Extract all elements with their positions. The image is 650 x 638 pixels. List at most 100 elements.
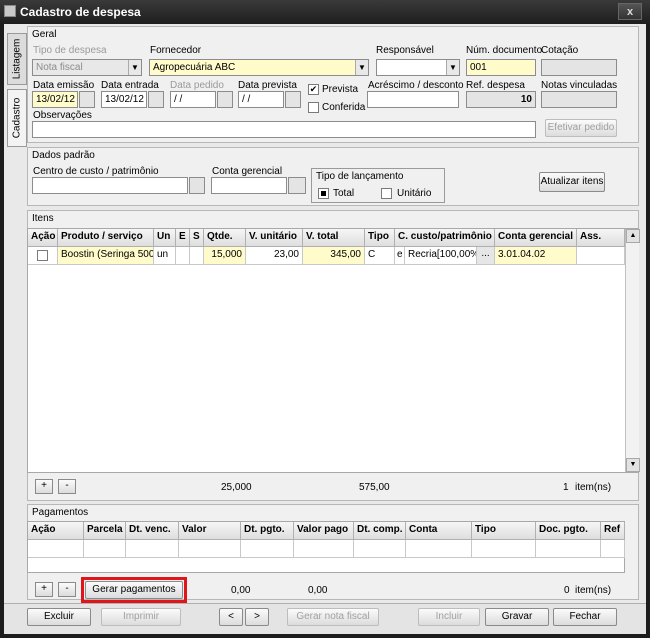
- col-pag-conta[interactable]: Conta: [406, 522, 472, 540]
- observacoes-field[interactable]: [32, 121, 536, 138]
- itens-remove-button[interactable]: -: [58, 479, 76, 494]
- empty-pag-cell[interactable]: [28, 540, 84, 558]
- data-emissao-calendar-button[interactable]: [79, 91, 95, 108]
- col-pag-ref[interactable]: Ref: [601, 522, 625, 540]
- empty-pag-cell[interactable]: [179, 540, 241, 558]
- row-checkbox[interactable]: [37, 250, 48, 261]
- imprimir-button[interactable]: Imprimir: [101, 608, 181, 626]
- empty-pag-cell[interactable]: [536, 540, 601, 558]
- col-v-total[interactable]: V. total: [303, 229, 365, 247]
- data-entrada-calendar-button[interactable]: [148, 91, 164, 108]
- data-emissao-field[interactable]: 13/02/12: [32, 91, 78, 108]
- col-acao[interactable]: Ação: [28, 229, 58, 247]
- col-produto[interactable]: Produto / serviço: [58, 229, 154, 247]
- col-pag-valor-pago[interactable]: Valor pago: [294, 522, 354, 540]
- data-prevista-calendar-button[interactable]: [285, 91, 301, 108]
- centro-custo-field[interactable]: [32, 177, 188, 194]
- table-row-action[interactable]: [28, 247, 58, 265]
- col-ccusto[interactable]: C. custo/patrimônio: [395, 229, 495, 247]
- conta-gerencial-search-button[interactable]: [288, 177, 306, 194]
- empty-pag-cell[interactable]: [472, 540, 536, 558]
- tipo-total-radio[interactable]: [318, 188, 329, 199]
- data-prevista-field[interactable]: / /: [238, 91, 284, 108]
- pagamentos-add-button[interactable]: +: [35, 582, 53, 597]
- cell-produto[interactable]: Boostin (Seringa 500 m: [58, 247, 154, 265]
- data-pedido-calendar-button[interactable]: [217, 91, 233, 108]
- incluir-button[interactable]: Incluir: [418, 608, 480, 626]
- cotacao-field[interactable]: [541, 59, 617, 76]
- col-pag-dt-comp[interactable]: Dt. comp.: [354, 522, 406, 540]
- cell-s[interactable]: [190, 247, 204, 265]
- centro-custo-search-button[interactable]: [189, 177, 205, 194]
- fornecedor-select[interactable]: Agropecuária ABC: [149, 59, 369, 76]
- empty-pag-cell[interactable]: [354, 540, 406, 558]
- col-s[interactable]: S: [190, 229, 204, 247]
- col-pag-acao[interactable]: Ação: [28, 522, 84, 540]
- cell-conta[interactable]: 3.01.04.02: [495, 247, 577, 265]
- empty-pag-cell[interactable]: [84, 540, 126, 558]
- ccusto-ellipsis-button[interactable]: ...: [477, 247, 495, 265]
- scroll-up-icon[interactable]: ▲: [626, 229, 640, 243]
- fechar-button[interactable]: Fechar: [553, 608, 617, 626]
- cotacao-label: Cotação: [541, 45, 579, 56]
- cell-qtde[interactable]: 15,000: [204, 247, 246, 265]
- tab-cadastro[interactable]: Cadastro: [7, 89, 27, 147]
- empty-pag-cell[interactable]: [406, 540, 472, 558]
- tab-listagem[interactable]: Listagem: [7, 33, 27, 85]
- col-pag-dt-pgto[interactable]: Dt. pgto.: [241, 522, 294, 540]
- prev-record-button[interactable]: <: [219, 608, 243, 626]
- acrescimo-field[interactable]: [367, 91, 459, 108]
- cell-un[interactable]: un: [154, 247, 176, 265]
- gerar-nota-fiscal-button[interactable]: Gerar nota fiscal: [287, 608, 379, 626]
- tipo-despesa-label: Tipo de despesa: [33, 45, 107, 56]
- efetivar-pedido-button[interactable]: Efetivar pedido: [545, 119, 617, 137]
- col-pag-tipo[interactable]: Tipo: [472, 522, 536, 540]
- atualizar-itens-button[interactable]: Atualizar itens: [539, 172, 605, 192]
- scroll-down-icon[interactable]: ▼: [626, 458, 640, 472]
- data-pedido-field[interactable]: / /: [170, 91, 216, 108]
- data-entrada-field[interactable]: 13/02/12: [101, 91, 147, 108]
- col-tipo[interactable]: Tipo: [365, 229, 395, 247]
- col-pag-dt-venc[interactable]: Dt. venc.: [126, 522, 179, 540]
- empty-pag-cell[interactable]: [126, 540, 179, 558]
- close-button[interactable]: x: [618, 3, 642, 20]
- cell-ccusto[interactable]: Recria[100,00%]: [405, 247, 477, 265]
- col-v-unitario[interactable]: V. unitário: [246, 229, 303, 247]
- cell-v-unitario[interactable]: 23,00: [246, 247, 303, 265]
- itens-add-button[interactable]: +: [35, 479, 53, 494]
- conta-gerencial-field[interactable]: [211, 177, 287, 194]
- gravar-button[interactable]: Gravar: [485, 608, 549, 626]
- col-pag-valor[interactable]: Valor: [179, 522, 241, 540]
- chevron-down-icon[interactable]: ▼: [355, 60, 368, 75]
- col-e[interactable]: E: [176, 229, 190, 247]
- chevron-down-icon[interactable]: ▼: [446, 60, 459, 75]
- cell-ass[interactable]: [577, 247, 625, 265]
- excluir-button[interactable]: Excluir: [27, 608, 91, 626]
- tipo-lancamento-group: Tipo de lançamento Total Unitário: [311, 168, 445, 203]
- fornecedor-value: Agropecuária ABC: [153, 62, 236, 73]
- empty-pag-cell[interactable]: [241, 540, 294, 558]
- next-record-button[interactable]: >: [245, 608, 269, 626]
- col-conta-gerencial[interactable]: Conta gerencial: [495, 229, 577, 247]
- col-qtde[interactable]: Qtde.: [204, 229, 246, 247]
- chevron-down-icon[interactable]: ▼: [128, 60, 141, 75]
- itens-scrollbar[interactable]: ▲ ▼: [625, 229, 640, 472]
- tipo-despesa-select[interactable]: Nota fiscal: [32, 59, 142, 76]
- tab-cadastro-label: Cadastro: [11, 97, 23, 139]
- col-ass[interactable]: Ass.: [577, 229, 625, 247]
- cell-v-total[interactable]: 345,00: [303, 247, 365, 265]
- empty-pag-cell[interactable]: [294, 540, 354, 558]
- conferida-checkbox[interactable]: [308, 102, 319, 113]
- itens-count: 1: [563, 482, 569, 493]
- cell-tipo[interactable]: C: [365, 247, 395, 265]
- prevista-checkbox[interactable]: ✔: [308, 84, 319, 95]
- col-pag-parcela[interactable]: Parcela: [84, 522, 126, 540]
- col-un[interactable]: Un: [154, 229, 176, 247]
- tipo-unitario-radio[interactable]: [381, 188, 392, 199]
- empty-pag-cell[interactable]: [601, 540, 625, 558]
- num-documento-field[interactable]: 001: [466, 59, 536, 76]
- cell-e[interactable]: [176, 247, 190, 265]
- conferida-label: Conferida: [322, 102, 366, 113]
- pagamentos-remove-button[interactable]: -: [58, 582, 76, 597]
- col-pag-doc-pgto[interactable]: Doc. pgto.: [536, 522, 601, 540]
